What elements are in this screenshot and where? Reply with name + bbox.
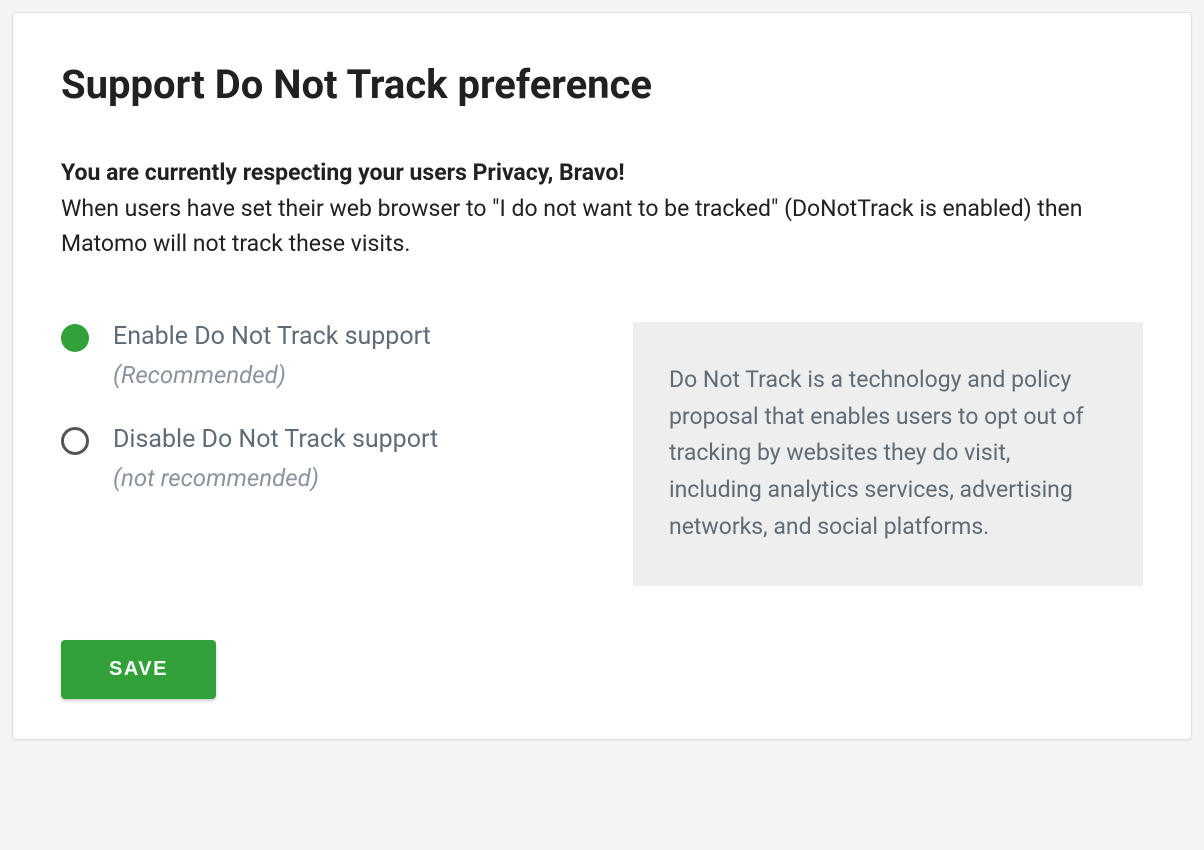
option-label: Enable Do Not Track support: [113, 322, 431, 351]
info-text: Do Not Track is a technology and policy …: [669, 362, 1107, 546]
option-labels: Enable Do Not Track support (Recommended…: [113, 322, 431, 389]
radio-option-enable[interactable]: Enable Do Not Track support (Recommended…: [61, 322, 603, 389]
option-hint: (not recommended): [113, 464, 438, 492]
save-button[interactable]: SAVE: [61, 640, 216, 699]
radio-selected-icon: [61, 324, 89, 352]
option-labels: Disable Do Not Track support (not recomm…: [113, 425, 438, 492]
content-row: Enable Do Not Track support (Recommended…: [61, 322, 1143, 586]
info-panel: Do Not Track is a technology and policy …: [633, 322, 1143, 586]
page-title: Support Do Not Track preference: [61, 61, 1143, 108]
settings-card: Support Do Not Track preference You are …: [12, 12, 1192, 740]
intro-description: When users have set their web browser to…: [61, 195, 1082, 258]
radio-unselected-icon: [61, 427, 89, 455]
option-label: Disable Do Not Track support: [113, 425, 438, 454]
option-hint: (Recommended): [113, 361, 431, 389]
intro-bold-text: You are currently respecting your users …: [61, 159, 625, 186]
radio-option-disable[interactable]: Disable Do Not Track support (not recomm…: [61, 425, 603, 492]
radio-options-group: Enable Do Not Track support (Recommended…: [61, 322, 603, 586]
